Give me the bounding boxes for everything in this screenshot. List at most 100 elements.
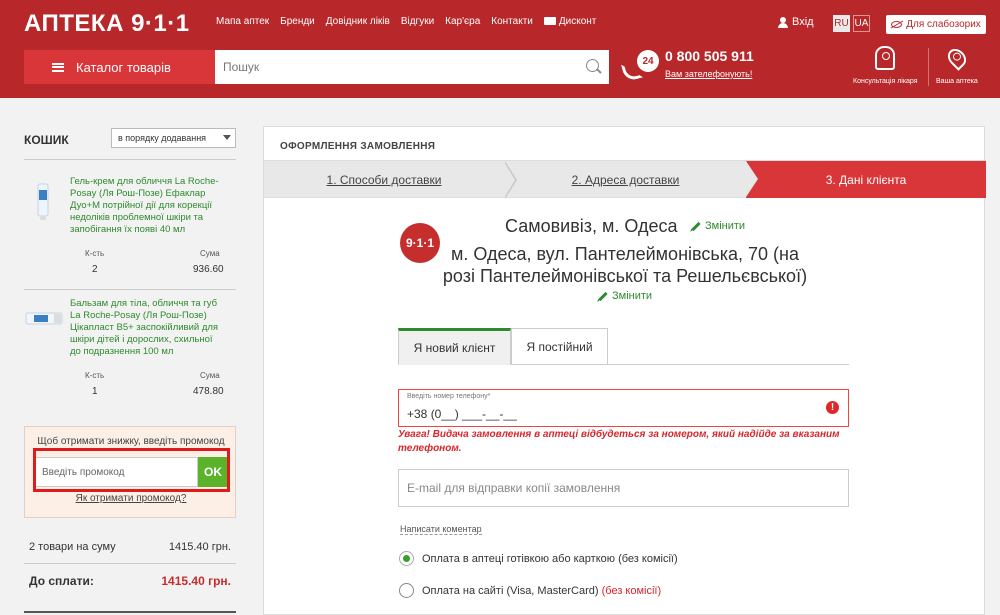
payment-online-fee: (без комісії) <box>601 584 662 597</box>
promo-box: Щоб отримати знижку, введіть промокод OK… <box>24 426 236 518</box>
sort-value: в порядку додавання <box>118 133 207 143</box>
cart-item: Бальзам для тіла, обличчя та губ La Roch… <box>24 298 236 398</box>
sum-label: Сума <box>200 249 220 258</box>
chevron-down-icon <box>223 135 231 140</box>
change-address-link[interactable]: Змінити <box>598 290 652 302</box>
header-divider <box>928 48 929 86</box>
low-vision-label: Для слабозорих <box>906 19 981 30</box>
search-icon[interactable] <box>586 59 602 75</box>
promo-hint: Щоб отримати знижку, введіть промокод <box>37 436 225 447</box>
qty-value[interactable]: 2 <box>92 264 98 275</box>
nav-map[interactable]: Мапа аптек <box>216 16 269 27</box>
payment-option-online[interactable]: Оплата на сайті (Visa, MasterCard) (без … <box>399 583 661 598</box>
tab-new-client[interactable]: Я новий клієнт <box>398 328 511 365</box>
phone-field[interactable]: Введіть номер телефону* +38 (0__) ___-__… <box>398 389 849 427</box>
radio-checked[interactable] <box>399 551 414 566</box>
top-nav: Мапа аптек Бренди Довідник ліків Відгуки… <box>216 16 596 27</box>
qty-label: К-сть <box>85 371 105 380</box>
tab-regular-client[interactable]: Я постійний <box>511 328 608 365</box>
callback-link[interactable]: Вам зателефонують! <box>665 69 752 79</box>
phone-field-value[interactable]: +38 (0__) ___-__-__ <box>407 407 517 421</box>
step-label: 1. Способи доставки <box>326 173 442 187</box>
map-pin-icon <box>944 45 970 71</box>
menu-icon <box>52 62 64 72</box>
subtotal-row: 2 товари на суму 1415.40 грн. <box>24 541 236 553</box>
cart-divider <box>24 563 236 564</box>
change-pickup-link[interactable]: Змінити <box>691 220 745 232</box>
error-icon: ! <box>826 401 839 414</box>
write-comment-link[interactable]: Написати коментар <box>400 524 482 535</box>
phone-number[interactable]: 0 800 505 911 <box>665 48 754 64</box>
cart-divider <box>24 289 236 290</box>
promo-help-link[interactable]: Як отримати промокод? <box>25 493 237 504</box>
step-label: 2. Адреса доставки <box>571 173 680 187</box>
product-tube-image[interactable] <box>24 182 64 222</box>
total-label: До сплати: <box>29 574 94 588</box>
pencil-icon <box>691 221 701 231</box>
order-panel: ОФОРМЛЕННЯ ЗАМОВЛЕННЯ 1. Способи доставк… <box>263 126 986 615</box>
phone-badge: 24 <box>637 50 659 72</box>
payment-cash-label: Оплата в аптеці готівкою або карткою (бе… <box>422 552 678 565</box>
catalog-button[interactable]: Каталог товарів <box>24 50 215 84</box>
product-name[interactable]: Бальзам для тіла, обличчя та губ La Roch… <box>70 298 220 358</box>
doctor-icon <box>875 46 896 70</box>
nav-contacts[interactable]: Контакти <box>491 16 533 27</box>
nav-reviews[interactable]: Відгуки <box>401 16 434 27</box>
subtotal-label: 2 товари на суму <box>29 541 116 553</box>
doctor-label: Консультація лікаря <box>853 78 918 85</box>
sort-select[interactable]: в порядку додавання <box>111 128 236 148</box>
qty-value[interactable]: 1 <box>92 386 98 397</box>
phone-warning: Увага! Видача замовлення в аптеці відбуд… <box>398 429 840 454</box>
nav-career[interactable]: Кар'єра <box>445 16 480 27</box>
cart-divider <box>24 611 236 613</box>
pencil-icon <box>598 291 608 301</box>
cart-divider <box>24 159 236 160</box>
payment-online-text: Оплата на сайті (Visa, MasterCard) <box>422 584 599 597</box>
order-title: ОФОРМЛЕННЯ ЗАМОВЛЕННЯ <box>280 141 436 152</box>
nav-brands[interactable]: Бренди <box>280 16 315 27</box>
nav-drug-reference[interactable]: Довідник ліків <box>326 16 390 27</box>
cart-item: Гель-крем для обличчя La Roche-Posay (Ля… <box>24 176 236 276</box>
product-name[interactable]: Гель-крем для обличчя La Roche-Posay (Ля… <box>70 176 220 236</box>
search-input[interactable] <box>215 50 609 84</box>
nav-discount-label: Дисконт <box>558 16 597 27</box>
radio-unchecked[interactable] <box>399 583 414 598</box>
site-logo[interactable]: АПТЕКА 9·1·1 <box>24 10 190 38</box>
phone-field-label: Введіть номер телефону* <box>407 393 491 400</box>
lang-ru[interactable]: RU <box>833 15 850 32</box>
login-link[interactable]: Вхід <box>778 16 814 28</box>
promo-highlight-frame <box>33 448 230 492</box>
checkout-steps: 1. Способи доставки 2. Адреса доставки 3… <box>264 160 986 199</box>
subtotal-value: 1415.40 грн. <box>168 541 231 553</box>
doctor-consultation-link[interactable]: Консультація лікаря <box>853 46 918 90</box>
step-label: 3. Дані клієнта <box>825 172 907 187</box>
login-label: Вхід <box>792 16 814 28</box>
payment-online-label: Оплата на сайті (Visa, MasterCard) (без … <box>422 585 661 597</box>
total-value: 1415.40 грн. <box>161 574 231 588</box>
pharmacy-address: м. Одеса, вул. Пантелеймонівська, 70 (на… <box>442 244 808 286</box>
product-tube-image[interactable] <box>24 304 64 334</box>
user-icon <box>778 17 788 28</box>
low-vision-button[interactable]: Для слабозорих <box>886 15 986 34</box>
cart-title: КОШИК <box>24 133 69 147</box>
change-label: Змінити <box>705 220 746 232</box>
step-delivery-method[interactable]: 1. Способи доставки <box>264 161 504 199</box>
site-header: АПТЕКА 9·1·1 Мапа аптек Бренди Довідник … <box>0 0 1000 98</box>
phone-24-icon: 24 <box>620 50 659 84</box>
step-client-data[interactable]: 3. Дані клієнта <box>746 161 986 198</box>
sum-value: 936.60 <box>193 264 224 275</box>
catalog-label: Каталог товарів <box>76 59 171 75</box>
sum-label: Сума <box>200 371 220 380</box>
pharmacy-label: Ваша аптека <box>936 78 978 85</box>
pharmacy-logo: 9·1·1 <box>400 223 440 263</box>
card-icon <box>543 17 556 25</box>
eye-slash-icon <box>891 21 903 28</box>
payment-option-cash[interactable]: Оплата в аптеці готівкою або карткою (бе… <box>399 551 678 566</box>
nav-discount[interactable]: Дисконт <box>543 16 597 27</box>
step-delivery-address[interactable]: 2. Адреса доставки <box>505 161 746 199</box>
email-input[interactable] <box>398 469 849 507</box>
lang-ua[interactable]: UA <box>853 15 870 32</box>
your-pharmacy-link[interactable]: Ваша аптека <box>936 45 978 90</box>
sum-value: 478.80 <box>193 386 224 397</box>
pickup-title: Самовивіз, м. Одеса <box>505 216 678 236</box>
